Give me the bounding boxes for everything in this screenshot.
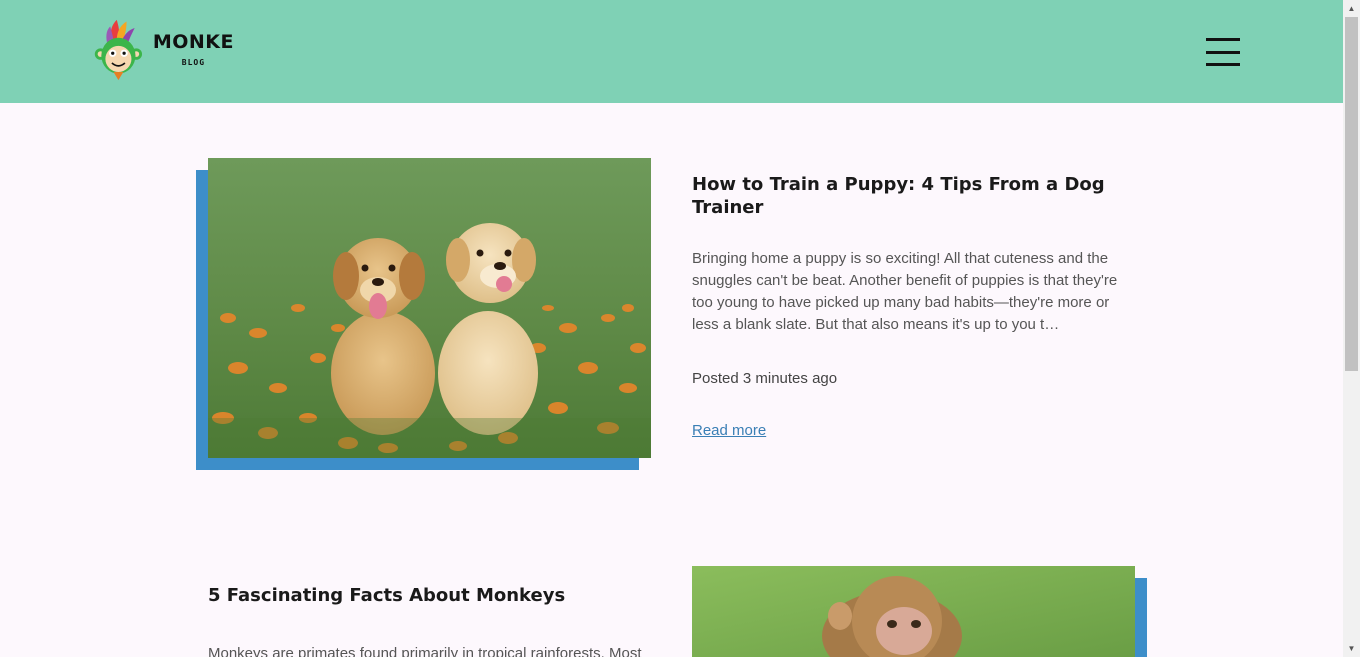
scroll-down-icon[interactable]: ▼: [1343, 640, 1360, 657]
hamburger-menu-button[interactable]: [1206, 38, 1240, 66]
logo-text: MONKE BLOG: [153, 33, 234, 67]
menu-bar-icon: [1206, 63, 1240, 66]
scroll-up-icon[interactable]: ▲: [1343, 0, 1360, 17]
site-logo[interactable]: MONKE BLOG: [94, 10, 234, 90]
monkey-image[interactable]: [692, 566, 1135, 657]
logo-subtitle: BLOG: [181, 58, 206, 67]
puppies-image[interactable]: [208, 158, 651, 458]
post-excerpt: Bringing home a puppy is so exciting! Al…: [692, 250, 1118, 333]
site-header: MONKE BLOG: [0, 0, 1343, 103]
post-title[interactable]: 5 Fascinating Facts About Monkeys: [208, 584, 648, 607]
post-excerpt: Monkeys are primates found primarily in …: [208, 645, 642, 657]
post-title[interactable]: How to Train a Puppy: 4 Tips From a Dog …: [692, 173, 1112, 219]
read-more-link[interactable]: Read more: [692, 422, 766, 439]
menu-bar-icon: [1206, 38, 1240, 41]
scrollbar-thumb[interactable]: [1345, 17, 1358, 371]
monkey-logo-icon: [94, 19, 143, 81]
post-date: Posted 3 minutes ago: [692, 370, 838, 387]
vertical-scrollbar[interactable]: ▲ ▼: [1343, 0, 1360, 657]
menu-bar-icon: [1206, 50, 1240, 54]
logo-title: MONKE: [152, 31, 234, 53]
